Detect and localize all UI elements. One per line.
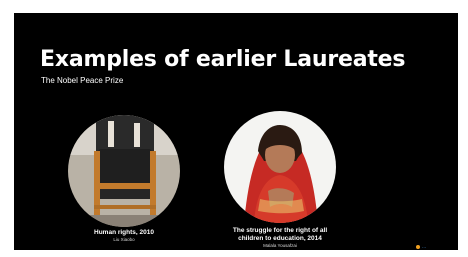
caption-text: Human rights, 2010: [94, 229, 154, 236]
portrait-photo: [224, 111, 336, 223]
logo-icon: [416, 244, 420, 249]
laureate-caption-2014: The struggle for the right of all childr…: [210, 227, 350, 249]
laureate-name: Malala Yousafzai: [263, 243, 297, 248]
empty-chair-photo: [68, 115, 180, 227]
laureate-name: Liu Xiaobo: [113, 237, 135, 242]
caption-line-1: The struggle for the right of all: [232, 227, 328, 234]
brand-logo: ...: [416, 244, 426, 250]
slide-subtitle: The Nobel Peace Prize: [41, 76, 124, 85]
logo-text: ...: [422, 244, 427, 250]
caption-line-2: children to education, 2014: [238, 235, 322, 242]
laureate-caption-2010: Human rights, 2010 Liu Xiaobo: [64, 229, 184, 243]
slide-title: Examples of earlier Laureates: [40, 47, 406, 72]
presentation-slide: Examples of earlier Laureates The Nobel …: [14, 13, 458, 250]
